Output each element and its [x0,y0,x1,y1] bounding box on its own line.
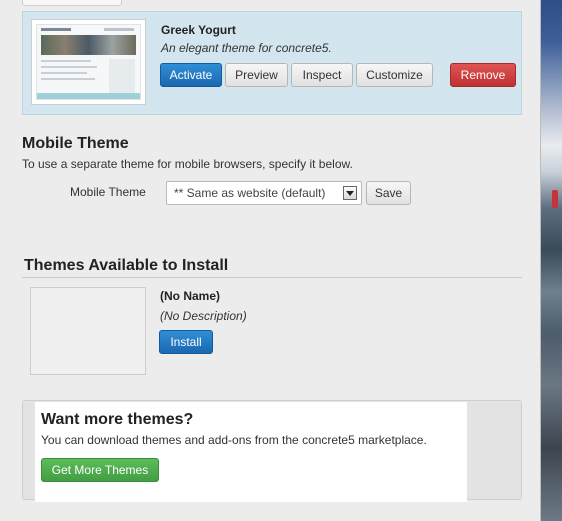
theme-name: Greek Yogurt [161,23,236,37]
mobile-theme-select[interactable]: ** Same as website (default) [166,181,362,205]
mobile-theme-heading: Mobile Theme [22,135,129,152]
heading-divider [22,277,522,278]
marketplace-highlight: Want more themes? You can download theme… [35,402,467,502]
mobile-theme-help: To use a separate theme for mobile brows… [22,157,353,171]
marketplace-heading: Want more themes? [41,411,194,428]
available-theme-name: (No Name) [160,289,221,303]
activate-button[interactable]: Activate [160,63,222,87]
remove-button[interactable]: Remove [450,63,516,87]
available-theme-thumbnail [30,287,146,375]
themes-panel: Greek Yogurt An elegant theme for concre… [0,0,541,521]
background-figure [552,190,558,208]
install-button[interactable]: Install [159,330,213,354]
marketplace-text: You can download themes and add-ons from… [41,433,427,447]
theme-description: An elegant theme for concrete5. [161,41,332,55]
preview-button[interactable]: Preview [225,63,288,87]
available-theme-description: (No Description) [160,309,247,323]
chevron-down-icon[interactable] [343,186,357,200]
mobile-theme-selected-value: ** Same as website (default) [174,186,326,200]
get-more-themes-button[interactable]: Get More Themes [41,458,159,482]
active-theme-row: Greek Yogurt An elegant theme for concre… [22,11,522,115]
theme-thumbnail [31,19,146,105]
available-themes-heading: Themes Available to Install [24,257,229,274]
mobile-theme-label: Mobile Theme [70,185,146,199]
customize-button[interactable]: Customize [356,63,433,87]
background-photo [540,0,562,521]
inspect-button[interactable]: Inspect [291,63,353,87]
top-partial-button [22,0,122,6]
save-button[interactable]: Save [366,181,411,205]
thumbnail-preview-image [36,24,141,100]
